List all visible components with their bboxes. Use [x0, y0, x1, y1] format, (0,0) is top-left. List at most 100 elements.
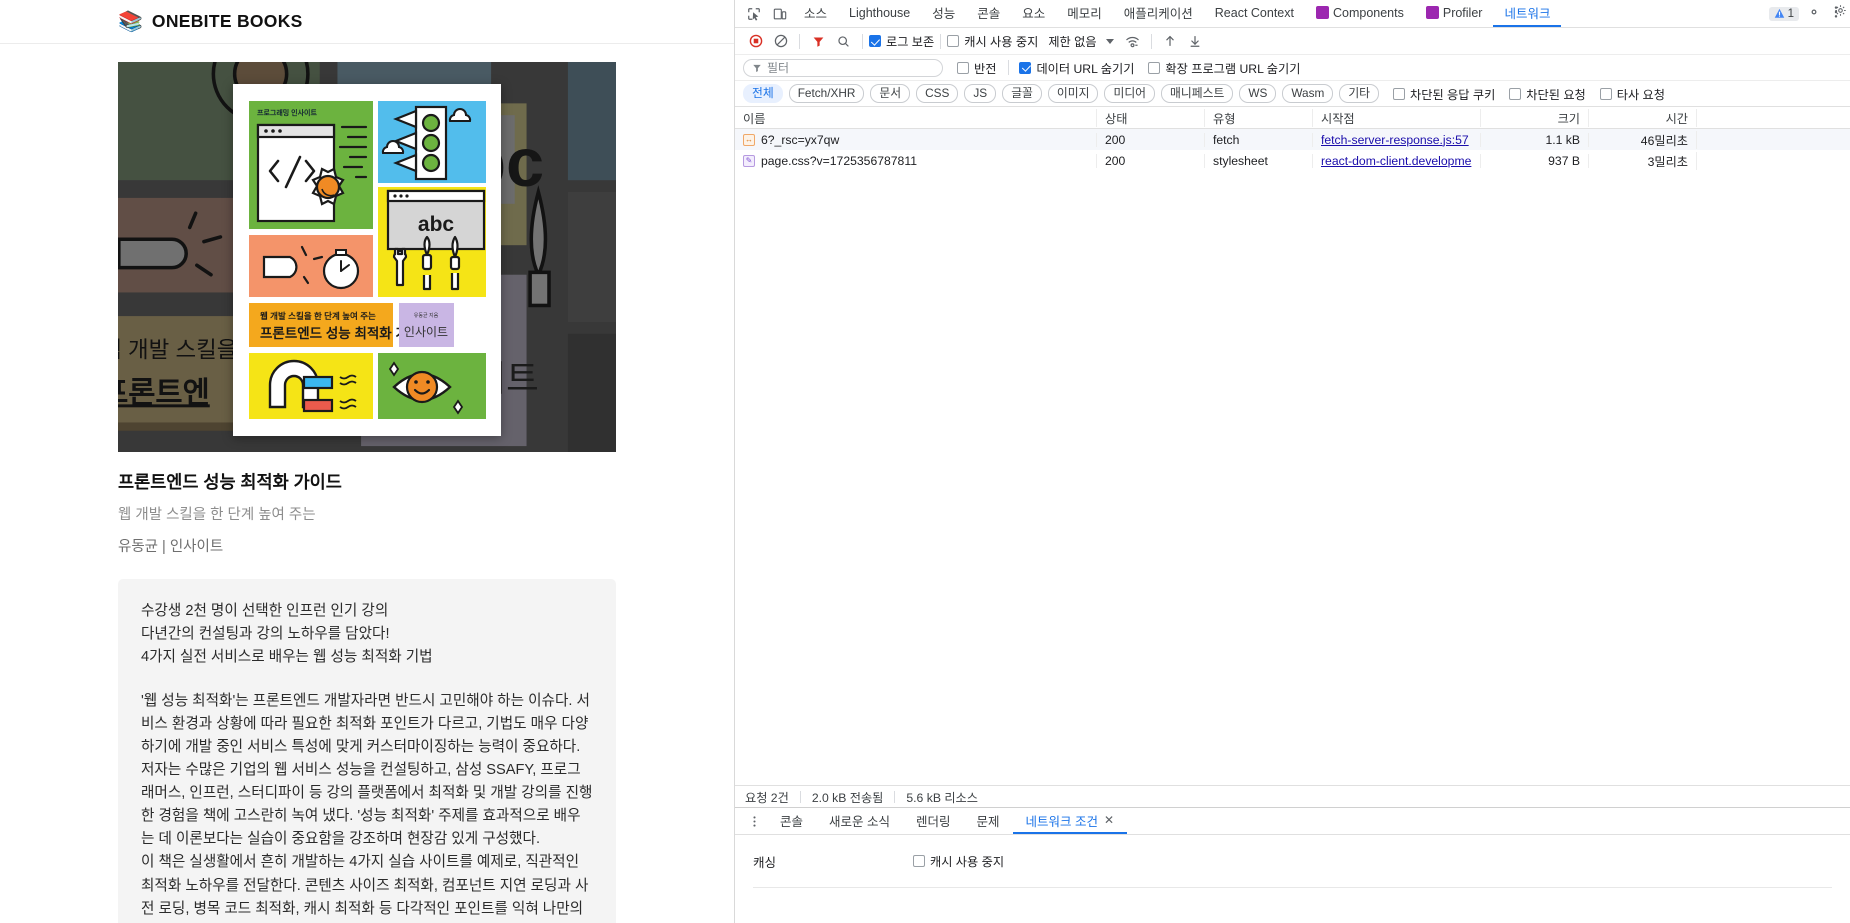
type-chip-manifest[interactable]: 매니페스트	[1161, 84, 1234, 103]
third-party-requests-checkbox[interactable]: 타사 요청	[1599, 85, 1665, 103]
blocked-requests-checkbox[interactable]: 차단된 요청	[1509, 85, 1586, 103]
tab-label: 소스	[804, 7, 828, 21]
devtools-tabbar: 소스 Lighthouse 성능 콘솔 요소 메모리 애플리케이션 React …	[735, 0, 1850, 28]
preserve-log-checkbox[interactable]: 로그 보존	[869, 32, 934, 50]
react-profiler-icon	[1425, 6, 1439, 19]
warning-badge[interactable]: 1	[1768, 6, 1799, 21]
network-toolbar: 로그 보존 캐시 사용 중지 제한 없음	[735, 28, 1850, 55]
type-chip-js[interactable]: JS	[964, 84, 997, 103]
books-icon: 📚	[118, 10, 143, 33]
drawer-section-divider	[753, 887, 1832, 888]
column-header-initiator[interactable]: 시작점	[1313, 108, 1481, 127]
tab-label: 메모리	[1067, 7, 1102, 21]
type-chip-font[interactable]: 글꼴	[1002, 84, 1042, 103]
network-filter-row: 필터 반전 데이터 URL 숨기기 확장 프로그램 URL 숨기기	[735, 55, 1850, 81]
export-har-icon[interactable]	[1183, 30, 1208, 52]
column-header-size[interactable]: 크기	[1481, 108, 1589, 127]
type-chip-wasm[interactable]: Wasm	[1282, 84, 1334, 103]
type-chip-css[interactable]: CSS	[916, 84, 959, 103]
drawer-tabbar: 콘솔 새로운 소식 렌더링 문제 네트워크 조건 ✕	[735, 808, 1850, 835]
warning-count: 1	[1787, 7, 1794, 20]
column-header-time[interactable]: 시간	[1589, 108, 1697, 127]
tab-sources[interactable]: 소스	[793, 0, 838, 27]
drawer-tab-network-conditions[interactable]: 네트워크 조건 ✕	[1012, 808, 1128, 834]
tab-label: Lighthouse	[849, 5, 911, 20]
hide-data-urls-checkbox[interactable]: 데이터 URL 숨기기	[1019, 59, 1134, 77]
search-icon[interactable]	[831, 30, 856, 52]
more-vertical-icon[interactable]	[741, 815, 767, 828]
drawer-tab-issues[interactable]: 문제	[964, 808, 1013, 834]
type-chip-img[interactable]: 이미지	[1047, 84, 1099, 103]
type-chip-media[interactable]: 미디어	[1104, 84, 1156, 103]
drawer-tab-whats-new[interactable]: 새로운 소식	[816, 808, 903, 834]
tab-elements[interactable]: 요소	[1011, 0, 1056, 27]
initiator-link[interactable]: react-dom-client.developme	[1321, 154, 1471, 168]
disable-cache-checkbox[interactable]: 캐시 사용 중지	[947, 32, 1038, 50]
type-chip-all[interactable]: 전체	[743, 84, 783, 103]
book-subtitle: 웹 개발 스킬을 한 단계 높여 주는	[118, 507, 316, 523]
book-cover-image[interactable]: 프로그래밍 인사이트 abc 웹 개발 스킬을 한 단계 높여 주는 프론트엔드…	[233, 84, 501, 436]
devtools-overflow-icon[interactable]	[1834, 4, 1847, 20]
tab-label: 애플리케이션	[1123, 7, 1193, 21]
wifi-settings-icon[interactable]	[1120, 30, 1145, 52]
tab-label: Profiler	[1442, 5, 1483, 20]
tab-profiler[interactable]: Profiler	[1415, 0, 1494, 27]
type-chip-other[interactable]: 기타	[1339, 84, 1380, 103]
request-name-cell[interactable]: ↔ 6?_rsc=yx7qw	[735, 132, 1097, 147]
drawer-tab-console[interactable]: 콘솔	[767, 808, 816, 834]
drawer-tab-rendering[interactable]: 렌더링	[903, 808, 964, 834]
type-chip-ws[interactable]: WS	[1239, 84, 1277, 103]
drawer-disable-cache-checkbox[interactable]: 캐시 사용 중지	[913, 852, 1004, 870]
blocked-response-cookies-checkbox[interactable]: 차단된 응답 쿠키	[1393, 85, 1495, 103]
brand[interactable]: 📚 ONEBITE BOOKS	[118, 11, 303, 32]
tab-network[interactable]: 네트워크	[1493, 0, 1562, 27]
request-initiator[interactable]: fetch-server-response.js:57	[1313, 132, 1481, 147]
throttling-select[interactable]: 제한 없음	[1048, 32, 1096, 50]
request-initiator[interactable]: react-dom-client.developme	[1313, 153, 1481, 168]
chevron-down-icon[interactable]	[1105, 38, 1114, 44]
checkbox-box	[1599, 87, 1612, 100]
tab-performance[interactable]: 성능	[921, 0, 966, 27]
checkbox-box	[947, 35, 960, 47]
record-stop-icon[interactable]	[743, 30, 768, 52]
blocked-requests-label: 차단된 요청	[1526, 87, 1586, 102]
filter-funnel-icon[interactable]	[806, 30, 831, 52]
toolbar-divider	[1150, 33, 1152, 49]
hide-data-urls-label: 데이터 URL 숨기기	[1036, 61, 1135, 76]
column-header-type[interactable]: 유형	[1205, 108, 1313, 127]
hide-extension-urls-checkbox[interactable]: 확장 프로그램 URL 숨기기	[1148, 59, 1300, 77]
tab-application[interactable]: 애플리케이션	[1113, 0, 1204, 27]
invert-filter-checkbox[interactable]: 반전	[957, 59, 996, 77]
import-har-icon[interactable]	[1158, 30, 1183, 52]
type-chip-doc[interactable]: 문서	[870, 84, 911, 103]
type-chip-fetch-xhr[interactable]: Fetch/XHR	[788, 84, 865, 103]
column-header-status[interactable]: 상태	[1097, 108, 1205, 127]
tab-label: React Context	[1214, 5, 1294, 20]
tab-react-context[interactable]: React Context	[1204, 0, 1305, 27]
close-icon[interactable]: ✕	[1104, 813, 1114, 827]
svg-text:abc: abc	[418, 213, 455, 236]
invert-label: 반전	[974, 61, 997, 76]
column-header-name[interactable]: 이름	[735, 108, 1097, 127]
clear-icon[interactable]	[768, 30, 793, 52]
tab-lighthouse[interactable]: Lighthouse	[838, 0, 921, 27]
inspect-element-icon[interactable]	[741, 0, 767, 27]
summary-resources: 5.6 kB 리소스	[906, 790, 978, 805]
settings-gear-icon[interactable]	[1807, 5, 1821, 22]
tab-memory[interactable]: 메모리	[1056, 0, 1113, 27]
tab-label: 성능	[932, 7, 956, 21]
tab-label: 요소	[1022, 7, 1046, 21]
request-name-cell[interactable]: ✎ page.css?v=1725356787811	[735, 153, 1097, 168]
tab-components[interactable]: Components	[1305, 0, 1415, 27]
third-party-label: 타사 요청	[1616, 87, 1665, 102]
table-row[interactable]: ✎ page.css?v=1725356787811 200 styleshee…	[735, 150, 1850, 171]
tab-console[interactable]: 콘솔	[966, 0, 1011, 27]
request-status: 200	[1097, 132, 1205, 147]
brand-name: ONEBITE BOOKS	[151, 11, 303, 31]
checkbox-box	[913, 855, 925, 867]
initiator-link[interactable]: fetch-server-response.js:57	[1321, 133, 1469, 147]
table-row[interactable]: ↔ 6?_rsc=yx7qw 200 fetch fetch-server-re…	[735, 129, 1850, 150]
summary-requests: 요청 2건	[745, 790, 789, 805]
device-toolbar-icon[interactable]	[767, 0, 793, 27]
filter-input[interactable]: 필터	[743, 58, 943, 77]
